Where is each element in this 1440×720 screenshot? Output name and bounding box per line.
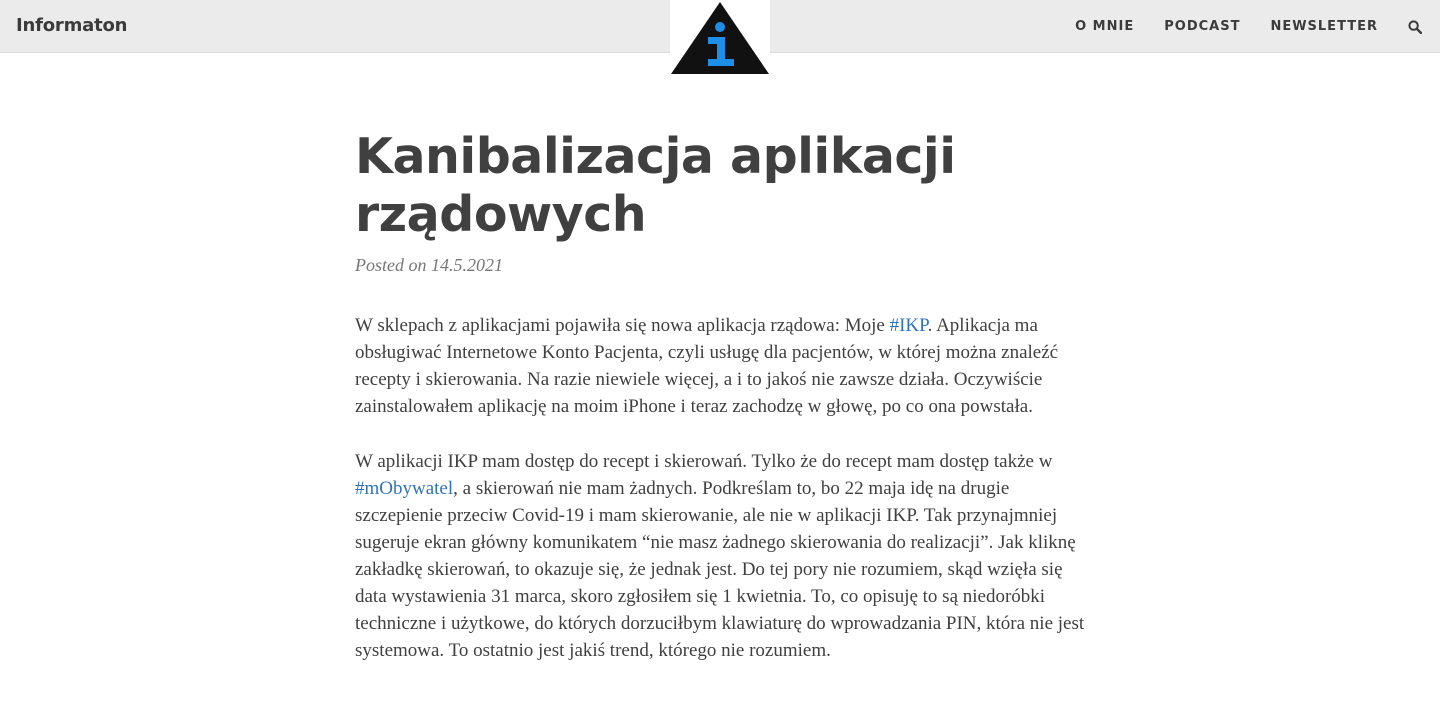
post-date: 14.5.2021	[431, 255, 503, 275]
paragraph-1-text-a: W sklepach z aplikacjami pojawiła się no…	[355, 315, 890, 336]
main-nav: O MNIE PODCAST NEWSLETTER	[1075, 0, 1440, 53]
post-title: Kanibalizacja aplikacji rządowych	[355, 128, 1090, 244]
post-body: W sklepach z aplikacjami pojawiła się no…	[355, 312, 1090, 664]
nav-item-o-mnie[interactable]: O MNIE	[1075, 19, 1134, 34]
nav-item-podcast[interactable]: PODCAST	[1164, 19, 1240, 34]
paragraph-2-text-b: , a skierowań nie mam żadnych. Podkreśla…	[355, 478, 1085, 661]
hashtag-mobywatel-link[interactable]: #mObywatel	[355, 478, 453, 499]
search-icon[interactable]	[1408, 19, 1422, 34]
site-logo[interactable]	[670, 0, 770, 75]
post-meta-prefix: Posted on	[355, 255, 427, 275]
info-triangle-icon	[671, 2, 769, 74]
nav-item-newsletter[interactable]: NEWSLETTER	[1270, 19, 1378, 34]
post-article: Kanibalizacja aplikacji rządowych Posted…	[355, 128, 1090, 664]
top-navigation-bar: Informaton O MNIE PODCAST NEWSLETTER	[0, 0, 1440, 75]
paragraph-2-text-a: W aplikacji IKP mam dostęp do recept i s…	[355, 451, 1053, 472]
post-title-line-2: rządowych	[355, 186, 647, 243]
post-title-line-1: Kanibalizacja aplikacji	[355, 128, 956, 185]
paragraph-2: W aplikacji IKP mam dostęp do recept i s…	[355, 448, 1090, 664]
site-title-link[interactable]: Informaton	[16, 15, 127, 36]
paragraph-1: W sklepach z aplikacjami pojawiła się no…	[355, 312, 1090, 420]
hashtag-ikp-link[interactable]: #IKP	[890, 315, 928, 336]
post-meta: Posted on 14.5.2021	[355, 255, 1090, 276]
